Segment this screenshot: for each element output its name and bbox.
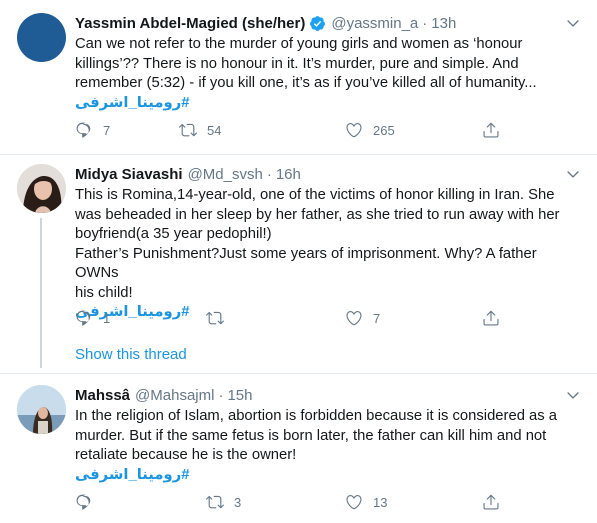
- separator-dot: ·: [266, 165, 272, 183]
- tweet-text: This is Romina,14-year-old, one of the v…: [75, 186, 583, 323]
- like-button[interactable]: 13: [345, 493, 387, 511]
- verified-badge-icon: [309, 15, 326, 32]
- show-thread-link[interactable]: Show this thread: [75, 346, 187, 363]
- separator-dot: ·: [422, 14, 428, 32]
- reply-button[interactable]: 1: [75, 309, 110, 327]
- retweet-icon: [206, 311, 224, 325]
- retweet-button[interactable]: [206, 309, 234, 327]
- like-count: 265: [373, 122, 395, 138]
- avatar[interactable]: [17, 164, 66, 213]
- tweet-header: Midya Siavashi @Md_svsh · 16h: [75, 164, 583, 184]
- like-button[interactable]: 265: [345, 121, 395, 139]
- tweet-text-line: killings’?? There is no honour in it. It…: [75, 55, 519, 72]
- tweet-header: Yassmin Abdel-Magied (she/her) @yassmin_…: [75, 13, 583, 33]
- reply-icon: [76, 494, 91, 510]
- retweet-icon: [179, 123, 197, 137]
- reply-icon: [76, 310, 91, 326]
- reply-count: 7: [103, 122, 111, 138]
- tweet-2[interactable]: Midya Siavashi @Md_svsh · 16h This is Ro…: [0, 155, 597, 373]
- share-icon: [483, 310, 499, 326]
- retweet-button[interactable]: 54: [179, 121, 221, 139]
- reply-icon: [76, 122, 91, 138]
- reply-button[interactable]: 7: [75, 121, 110, 139]
- chevron-down-icon[interactable]: [565, 15, 581, 31]
- tweet-actions: 7 54 265: [75, 121, 515, 141]
- tweet-header: Mahssâ @Mahsajml · 15h: [75, 385, 583, 405]
- author-name[interactable]: Yassmin Abdel-Magied (she/her): [75, 15, 305, 32]
- author-handle[interactable]: @yassmin_a: [331, 15, 418, 32]
- hashtag-link[interactable]: #رومینا_اشرفی: [75, 466, 189, 486]
- timestamp[interactable]: 13h: [431, 15, 456, 32]
- tweet-text-line: retaliate because he is the owner!: [75, 447, 297, 463]
- tweet-actions: 3 13: [75, 493, 515, 513]
- timestamp[interactable]: 15h: [227, 387, 252, 404]
- chevron-down-icon[interactable]: [565, 387, 581, 403]
- hashtag-link[interactable]: #رومینا_اشرفی: [75, 94, 189, 114]
- tweet-text-line: Father’s Punishment?Just some years of i…: [75, 245, 537, 282]
- tweet-text: In the religion of Islam, abortion is fo…: [75, 407, 583, 485]
- tweet-text-line: remember (5:32) - if you kill one, it’s …: [75, 75, 537, 91]
- avatar-photo: [17, 164, 66, 213]
- share-button[interactable]: [482, 121, 500, 139]
- like-icon: [346, 311, 362, 326]
- share-icon: [483, 494, 499, 510]
- tweet-actions: 1 7: [75, 309, 515, 329]
- author-name[interactable]: Midya Siavashi: [75, 166, 183, 183]
- separator-dot: ·: [218, 386, 224, 404]
- like-button[interactable]: 7: [345, 309, 380, 327]
- retweet-count: 3: [234, 494, 242, 510]
- share-icon: [483, 122, 499, 138]
- tweet-1[interactable]: Yassmin Abdel-Magied (she/her) @yassmin_…: [0, 0, 597, 154]
- tweet-text-line: In the religion of Islam, abortion is fo…: [75, 408, 557, 424]
- thread-line: [40, 218, 42, 368]
- tweet-text-line: his child!: [75, 284, 133, 301]
- share-button[interactable]: [482, 493, 500, 511]
- tweet-text: Can we not refer to the murder of young …: [75, 35, 583, 113]
- retweet-count: 54: [207, 122, 222, 138]
- tweet-3[interactable]: Mahssâ @Mahsajml · 15h In the religion o…: [0, 374, 597, 523]
- retweet-button[interactable]: 3: [206, 493, 241, 511]
- like-icon: [346, 123, 362, 138]
- tweet-text-line: Can we not refer to the murder of young …: [75, 36, 523, 52]
- like-count: 7: [373, 310, 381, 326]
- avatar[interactable]: [17, 13, 66, 62]
- like-count: 13: [373, 494, 388, 510]
- tweet-text-line: murder. But if the same fetus is born la…: [75, 427, 547, 444]
- avatar[interactable]: [17, 385, 66, 434]
- tweet-text-line: boyfriend(a 35 year pedophil!): [75, 226, 272, 242]
- share-button[interactable]: [482, 309, 500, 327]
- like-icon: [346, 495, 362, 510]
- chevron-down-icon[interactable]: [565, 166, 581, 182]
- avatar-photo: [17, 385, 66, 434]
- tweet-text-line: This is Romina,14-year-old, one of the v…: [75, 187, 555, 203]
- timestamp[interactable]: 16h: [276, 166, 301, 183]
- author-handle[interactable]: @Md_svsh: [188, 166, 263, 183]
- author-handle[interactable]: @Mahsajml: [135, 387, 214, 404]
- retweet-icon: [206, 495, 224, 509]
- tweet-text-line: was beheaded in her sleep by her father,…: [75, 206, 560, 223]
- author-name[interactable]: Mahssâ: [75, 387, 130, 404]
- reply-count: 1: [103, 310, 111, 326]
- reply-button[interactable]: [75, 493, 103, 511]
